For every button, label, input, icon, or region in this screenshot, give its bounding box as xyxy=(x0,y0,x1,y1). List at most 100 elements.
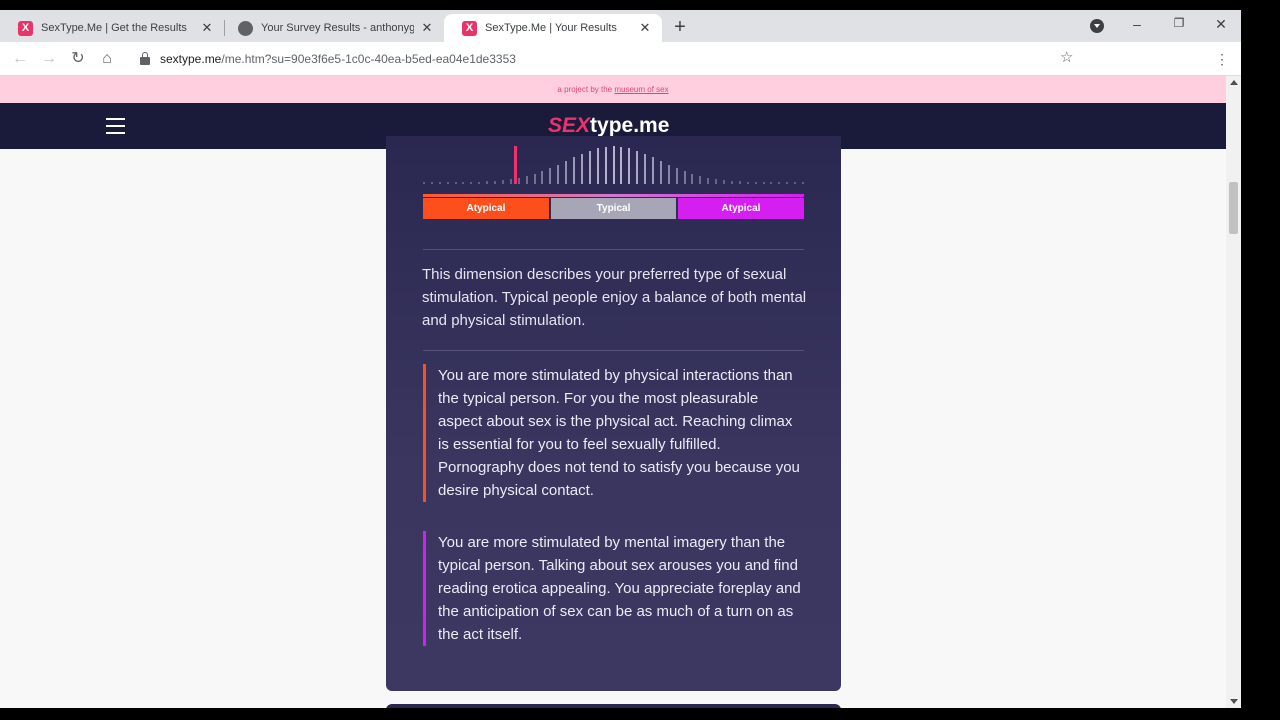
promo-text: a project by the xyxy=(557,85,613,94)
url-text: sextype.me/me.htm?su=90e3f6e5-1c0c-40ea-… xyxy=(160,52,516,66)
home-icon[interactable]: ⌂ xyxy=(96,48,118,70)
tab-your-results[interactable]: X SexType.Me | Your Results ✕ xyxy=(444,14,662,42)
distribution-tick xyxy=(667,164,670,184)
distribution-tick xyxy=(659,161,662,184)
distribution-tick xyxy=(770,181,773,184)
distribution-tick xyxy=(541,171,544,184)
distribution-tick xyxy=(454,181,457,184)
close-icon[interactable]: ✕ xyxy=(200,20,214,36)
distribution-tick xyxy=(754,181,757,184)
distribution-tick xyxy=(746,181,749,184)
tab-strip: X SexType.Me | Get the Results ✕ Your Su… xyxy=(0,10,1241,42)
scroll-thumb[interactable] xyxy=(1229,182,1238,234)
reload-icon[interactable]: ↻ xyxy=(67,48,89,70)
user-score-marker xyxy=(513,146,517,184)
restore-icon[interactable]: ❐ xyxy=(1170,16,1188,30)
distribution-tick xyxy=(699,176,702,184)
divider xyxy=(423,249,804,250)
distribution-ticks xyxy=(423,146,804,192)
distribution-tick xyxy=(651,157,654,184)
distribution-tick xyxy=(533,173,536,184)
address-bar[interactable]: sextype.me/me.htm?su=90e3f6e5-1c0c-40ea-… xyxy=(130,46,1090,72)
forward-icon[interactable]: → xyxy=(38,48,60,70)
distribution-tick xyxy=(707,177,710,184)
lock-icon xyxy=(140,52,150,65)
distribution-tick xyxy=(549,168,552,184)
download-extension-icon[interactable]: ⬇ xyxy=(1097,51,1113,67)
hamburger-menu-icon[interactable] xyxy=(106,118,125,134)
tab-get-results[interactable]: X SexType.Me | Get the Results ✕ xyxy=(0,14,224,42)
distribution-tick xyxy=(636,150,639,184)
distribution-tick xyxy=(683,171,686,184)
sextype-favicon: X xyxy=(18,20,33,36)
close-icon[interactable]: ✕ xyxy=(638,20,652,36)
tab-title: SexType.Me | Your Results xyxy=(485,22,617,34)
distribution-tick xyxy=(612,146,615,184)
distribution-tick xyxy=(446,181,449,184)
scroll-down-arrow-icon[interactable] xyxy=(1230,699,1238,704)
url-host: sextype.me xyxy=(160,52,222,66)
window-close-icon[interactable]: ✕ xyxy=(1212,16,1230,33)
distribution-tick xyxy=(573,157,576,184)
distribution-tick xyxy=(738,181,741,184)
web-page: a project by the museum of sex SEXtype.m… xyxy=(0,76,1226,708)
scale-atypical-mental: Atypical xyxy=(678,198,804,219)
sextype-favicon: X xyxy=(462,20,477,36)
distribution-tick xyxy=(628,148,631,184)
adblock-icon[interactable]: ABP xyxy=(1126,51,1142,67)
site-logo[interactable]: SEXtype.me xyxy=(548,114,669,138)
tab-search-icon[interactable] xyxy=(1090,19,1104,33)
distribution-tick xyxy=(762,181,765,184)
distribution-tick xyxy=(517,177,520,184)
scroll-up-arrow-icon[interactable] xyxy=(1230,80,1238,85)
distribution-tick xyxy=(525,176,528,184)
page-scrollbar[interactable] xyxy=(1226,76,1241,708)
scale-atypical-physical: Atypical xyxy=(423,198,549,219)
distribution-tick xyxy=(596,148,599,184)
physical-stimulation-text: You are more stimulated by physical inte… xyxy=(423,364,804,502)
menu-dots-icon[interactable]: ⋮ xyxy=(1211,48,1233,70)
distribution-tick xyxy=(557,164,560,184)
distribution-tick xyxy=(580,153,583,184)
museum-link[interactable]: museum of sex xyxy=(614,85,668,94)
distribution-tick xyxy=(794,182,797,184)
tab-title: SexType.Me | Get the Results xyxy=(41,22,187,34)
distribution-tick xyxy=(588,150,591,184)
distribution-tick xyxy=(501,180,504,184)
tab-title: Your Survey Results - anthonyga xyxy=(261,22,414,34)
logo-rest: type.me xyxy=(590,114,670,137)
distribution-tick xyxy=(786,181,789,184)
browser-window: X SexType.Me | Get the Results ✕ Your Su… xyxy=(0,10,1241,708)
browser-toolbar: ← → ↻ ⌂ sextype.me/me.htm?su=90e3f6e5-1c… xyxy=(0,42,1241,76)
close-icon[interactable]: ✕ xyxy=(420,20,434,36)
distribution-tick xyxy=(620,146,623,184)
distribution-tick xyxy=(565,161,568,184)
minimize-icon[interactable]: – xyxy=(1128,16,1146,32)
bookmark-star-icon[interactable]: ☆ xyxy=(1060,48,1073,66)
tab-survey-results[interactable]: Your Survey Results - anthonyga ✕ xyxy=(220,14,444,42)
extensions-puzzle-icon[interactable]: ✱ xyxy=(1155,51,1171,67)
distribution-tick xyxy=(509,179,512,184)
next-card xyxy=(386,704,841,708)
globe-icon xyxy=(238,20,253,36)
scale-typical: Typical xyxy=(551,198,676,219)
distribution-tick xyxy=(715,179,718,184)
distribution-tick xyxy=(438,181,441,184)
url-path: /me.htm?su=90e3f6e5-1c0c-40ea-b5ed-ea04e… xyxy=(221,52,516,66)
promo-banner: a project by the museum of sex xyxy=(0,76,1226,103)
distribution-tick xyxy=(691,173,694,184)
distribution-tick xyxy=(462,181,465,184)
back-icon[interactable]: ← xyxy=(9,48,31,70)
mental-stimulation-text: You are more stimulated by mental imager… xyxy=(423,531,804,646)
distribution-tick xyxy=(644,153,647,184)
logo-sex: SEX xyxy=(548,114,591,137)
divider xyxy=(423,350,804,351)
new-tab-button[interactable]: + xyxy=(670,16,690,39)
distribution-tick xyxy=(470,181,473,184)
distribution-tick xyxy=(675,168,678,184)
distribution-tick xyxy=(730,180,733,184)
distribution-tick xyxy=(802,182,804,184)
extension-red-icon[interactable]: Ψ xyxy=(1184,51,1200,67)
distribution-tick xyxy=(723,180,726,184)
distribution-tick xyxy=(423,182,425,184)
